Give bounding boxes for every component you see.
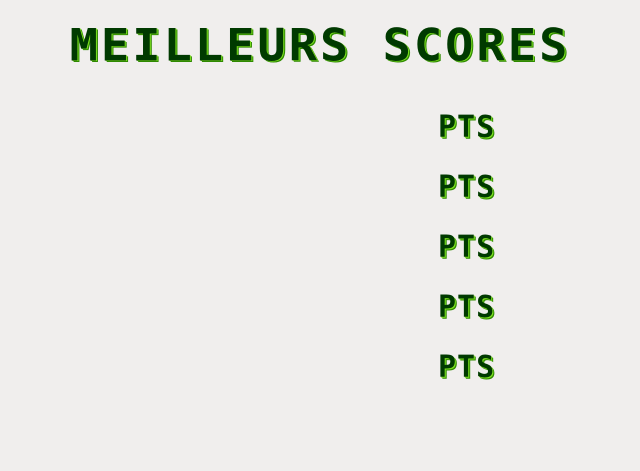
score-row: PTS [0,168,640,228]
score-unit-label: PTS [438,110,496,145]
score-list: PTS PTS PTS PTS PTS [0,108,640,408]
score-unit-label: PTS [438,350,496,385]
score-unit-label: PTS [438,230,496,265]
page-title: MEILLEURS SCORES [69,19,571,72]
score-unit-label: PTS [438,170,496,205]
score-row: PTS [0,348,640,408]
score-row: PTS [0,288,640,348]
score-row: PTS [0,228,640,288]
score-unit-label: PTS [438,290,496,325]
score-row: PTS [0,108,640,168]
